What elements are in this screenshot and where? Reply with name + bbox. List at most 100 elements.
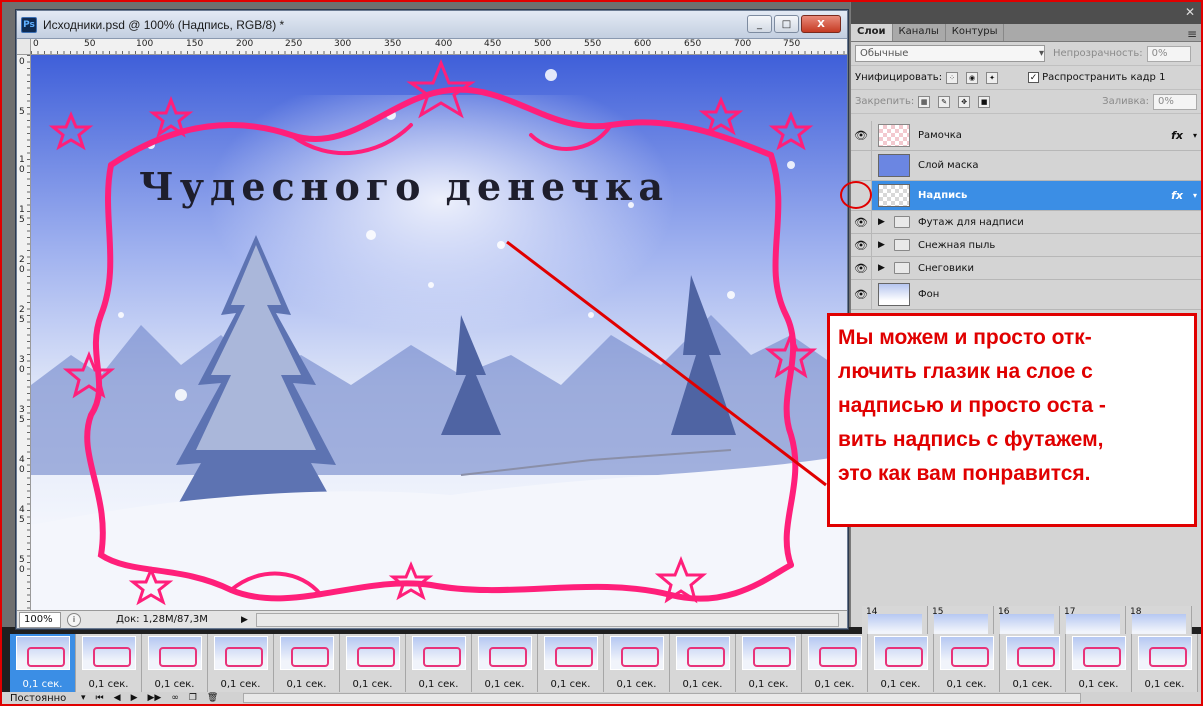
panel-close-icon[interactable]: ✕	[1185, 5, 1195, 19]
ruler-label: 0	[33, 39, 39, 49]
animation-frame[interactable]: 0,1 сек.	[142, 634, 208, 692]
propagate-checkbox[interactable]: ✓	[1028, 72, 1040, 83]
frame-delay[interactable]: 0,1 сек.	[604, 679, 669, 690]
lock-position-icon[interactable]: ✥	[958, 95, 971, 108]
maximize-button[interactable]: □	[774, 15, 799, 33]
layer-row[interactable]: Слой маска	[851, 151, 1201, 181]
frame-thumbnail	[16, 636, 70, 670]
frame-delay[interactable]: 0,1 сек.	[142, 679, 207, 690]
eye-slot[interactable]	[851, 151, 872, 180]
fx-expand-icon[interactable]: ▾	[1193, 191, 1197, 200]
lock-transparency-icon[interactable]: ▦	[918, 95, 931, 108]
layer-row[interactable]: 👁 Рамочка fx ▾	[851, 121, 1201, 151]
ruler-top[interactable]: 0 50 100 150 200 250 300 350 400 450 500…	[31, 39, 847, 55]
opacity-field[interactable]: 0%	[1146, 45, 1191, 62]
animation-frame[interactable]: 0,1 сек.	[1000, 634, 1066, 692]
prev-frame-icon[interactable]: ◀	[114, 693, 121, 703]
tween-icon[interactable]: ∞	[171, 693, 179, 703]
fx-expand-icon[interactable]: ▾	[1193, 131, 1197, 140]
eye-icon[interactable]: 👁	[851, 280, 872, 309]
frame-delay[interactable]: 0,1 сек.	[10, 679, 75, 690]
frame-header[interactable]: 18	[1126, 606, 1192, 636]
frame-delay[interactable]: 0,1 сек.	[868, 679, 933, 690]
animation-frame[interactable]: 0,1 сек.	[670, 634, 736, 692]
frame-delay[interactable]: 0,1 сек.	[76, 679, 141, 690]
blend-mode-select[interactable]: Обычные ▾	[855, 45, 1045, 62]
frame-delay[interactable]: 0,1 сек.	[340, 679, 405, 690]
animation-frame[interactable]: 0,1 сек.	[1132, 634, 1198, 692]
frame-delay[interactable]: 0,1 сек.	[1000, 679, 1065, 690]
frame-header[interactable]: 15	[928, 606, 994, 636]
frame-delay[interactable]: 0,1 сек.	[1132, 679, 1197, 690]
animation-frame[interactable]: 0,1 сек.	[934, 634, 1000, 692]
unify-style-icon[interactable]: ✦	[986, 71, 999, 84]
eye-icon[interactable]: 👁	[851, 234, 872, 256]
frame-header[interactable]: 17	[1060, 606, 1126, 636]
expand-arrow-icon[interactable]: ▶	[878, 263, 888, 273]
animation-frame[interactable]: 0,1 сек.	[1066, 634, 1132, 692]
frame-delay[interactable]: 0,1 сек.	[736, 679, 801, 690]
frame-header[interactable]: 14	[862, 606, 928, 636]
next-frame-icon[interactable]: ▶▶	[147, 693, 161, 703]
frame-delay[interactable]: 0,1 сек.	[670, 679, 735, 690]
unify-position-icon[interactable]: ⁘	[946, 71, 959, 84]
tab-paths[interactable]: Контуры	[946, 24, 1005, 41]
animation-frame[interactable]: 0,1 сек.	[472, 634, 538, 692]
eye-icon[interactable]: 👁	[851, 257, 872, 279]
loop-select[interactable]: Постоянно	[10, 693, 76, 704]
delete-frame-icon[interactable]: 🗑	[207, 693, 218, 703]
eye-icon[interactable]: 👁	[851, 121, 872, 150]
lock-pixels-icon[interactable]: ✎	[938, 95, 951, 108]
fx-icon[interactable]: fx	[1171, 189, 1183, 202]
fx-icon[interactable]: fx	[1171, 129, 1183, 142]
propagate-option[interactable]: ✓ Распространить кадр 1	[1028, 72, 1165, 83]
animation-frame[interactable]: 0,1 сек.	[208, 634, 274, 692]
tab-layers[interactable]: Слои	[851, 24, 893, 41]
frame-delay[interactable]: 0,1 сек.	[274, 679, 339, 690]
play-icon[interactable]: ▶	[131, 693, 138, 703]
expand-arrow-icon[interactable]: ▶	[878, 217, 888, 227]
animation-frame[interactable]: 0,1 сек.	[274, 634, 340, 692]
group-row[interactable]: 👁 ▶ Снежная пыль	[851, 234, 1201, 257]
close-button[interactable]: X	[801, 15, 841, 33]
animation-frame[interactable]: 0,1 сек.	[604, 634, 670, 692]
frame-delay[interactable]: 0,1 сек.	[934, 679, 999, 690]
ruler-left[interactable]: 0 5 1 0 1 5 2 0 2 5 3 0 3 5 4 0 4 5 5 0	[17, 55, 31, 610]
animation-frame[interactable]: 0,1 сек.	[538, 634, 604, 692]
frame-header[interactable]: 16	[994, 606, 1060, 636]
animation-frame[interactable]: 0,1 сек.	[76, 634, 142, 692]
layer-row[interactable]: 👁 Фон	[851, 280, 1201, 310]
animation-frame[interactable]: 0,1 сек.	[10, 634, 76, 692]
panel-menu-icon[interactable]: ≡	[1187, 27, 1197, 41]
loop-dropdown-icon[interactable]: ▾	[81, 693, 86, 703]
animation-frame[interactable]: 0,1 сек.	[736, 634, 802, 692]
timeline-scrollbar[interactable]	[243, 693, 1081, 703]
ruler-corner[interactable]	[17, 39, 31, 55]
frame-delay[interactable]: 0,1 сек.	[1066, 679, 1131, 690]
group-row[interactable]: 👁 ▶ Снеговики	[851, 257, 1201, 280]
group-row[interactable]: 👁 ▶ Футаж для надписи	[851, 211, 1201, 234]
animation-frame[interactable]: 0,1 сек.	[406, 634, 472, 692]
frame-delay[interactable]: 0,1 сек.	[208, 679, 273, 690]
frame-delay[interactable]: 0,1 сек.	[802, 679, 867, 690]
frame-delay[interactable]: 0,1 сек.	[472, 679, 537, 690]
animation-frame[interactable]: 0,1 сек.	[340, 634, 406, 692]
tab-channels[interactable]: Каналы	[893, 24, 946, 41]
frame-delay[interactable]: 0,1 сек.	[538, 679, 603, 690]
new-frame-icon[interactable]: ❐	[189, 693, 197, 703]
fill-field[interactable]: 0%	[1153, 93, 1197, 110]
panel-topbar[interactable]: ✕	[851, 2, 1201, 24]
eye-icon[interactable]: 👁	[851, 211, 872, 233]
animation-frame[interactable]: 0,1 сек.	[802, 634, 868, 692]
frame-delay[interactable]: 0,1 сек.	[406, 679, 471, 690]
canvas-title-text[interactable]: Чудесного денечка	[139, 164, 669, 209]
lock-all-icon[interactable]: ■	[978, 95, 991, 108]
minimize-button[interactable]: _	[747, 15, 772, 33]
layer-row-selected[interactable]: Надпись fx ▾	[851, 181, 1201, 211]
first-frame-icon[interactable]: ⏮	[96, 693, 104, 703]
animation-frame[interactable]: 0,1 сек.	[868, 634, 934, 692]
unify-visibility-icon[interactable]: ◉	[966, 71, 979, 84]
document-canvas[interactable]: Чудесного денечка	[31, 55, 847, 610]
document-titlebar[interactable]: Ps Исходники.psd @ 100% (Надпись, RGB/8)…	[17, 11, 847, 39]
expand-arrow-icon[interactable]: ▶	[878, 240, 888, 250]
